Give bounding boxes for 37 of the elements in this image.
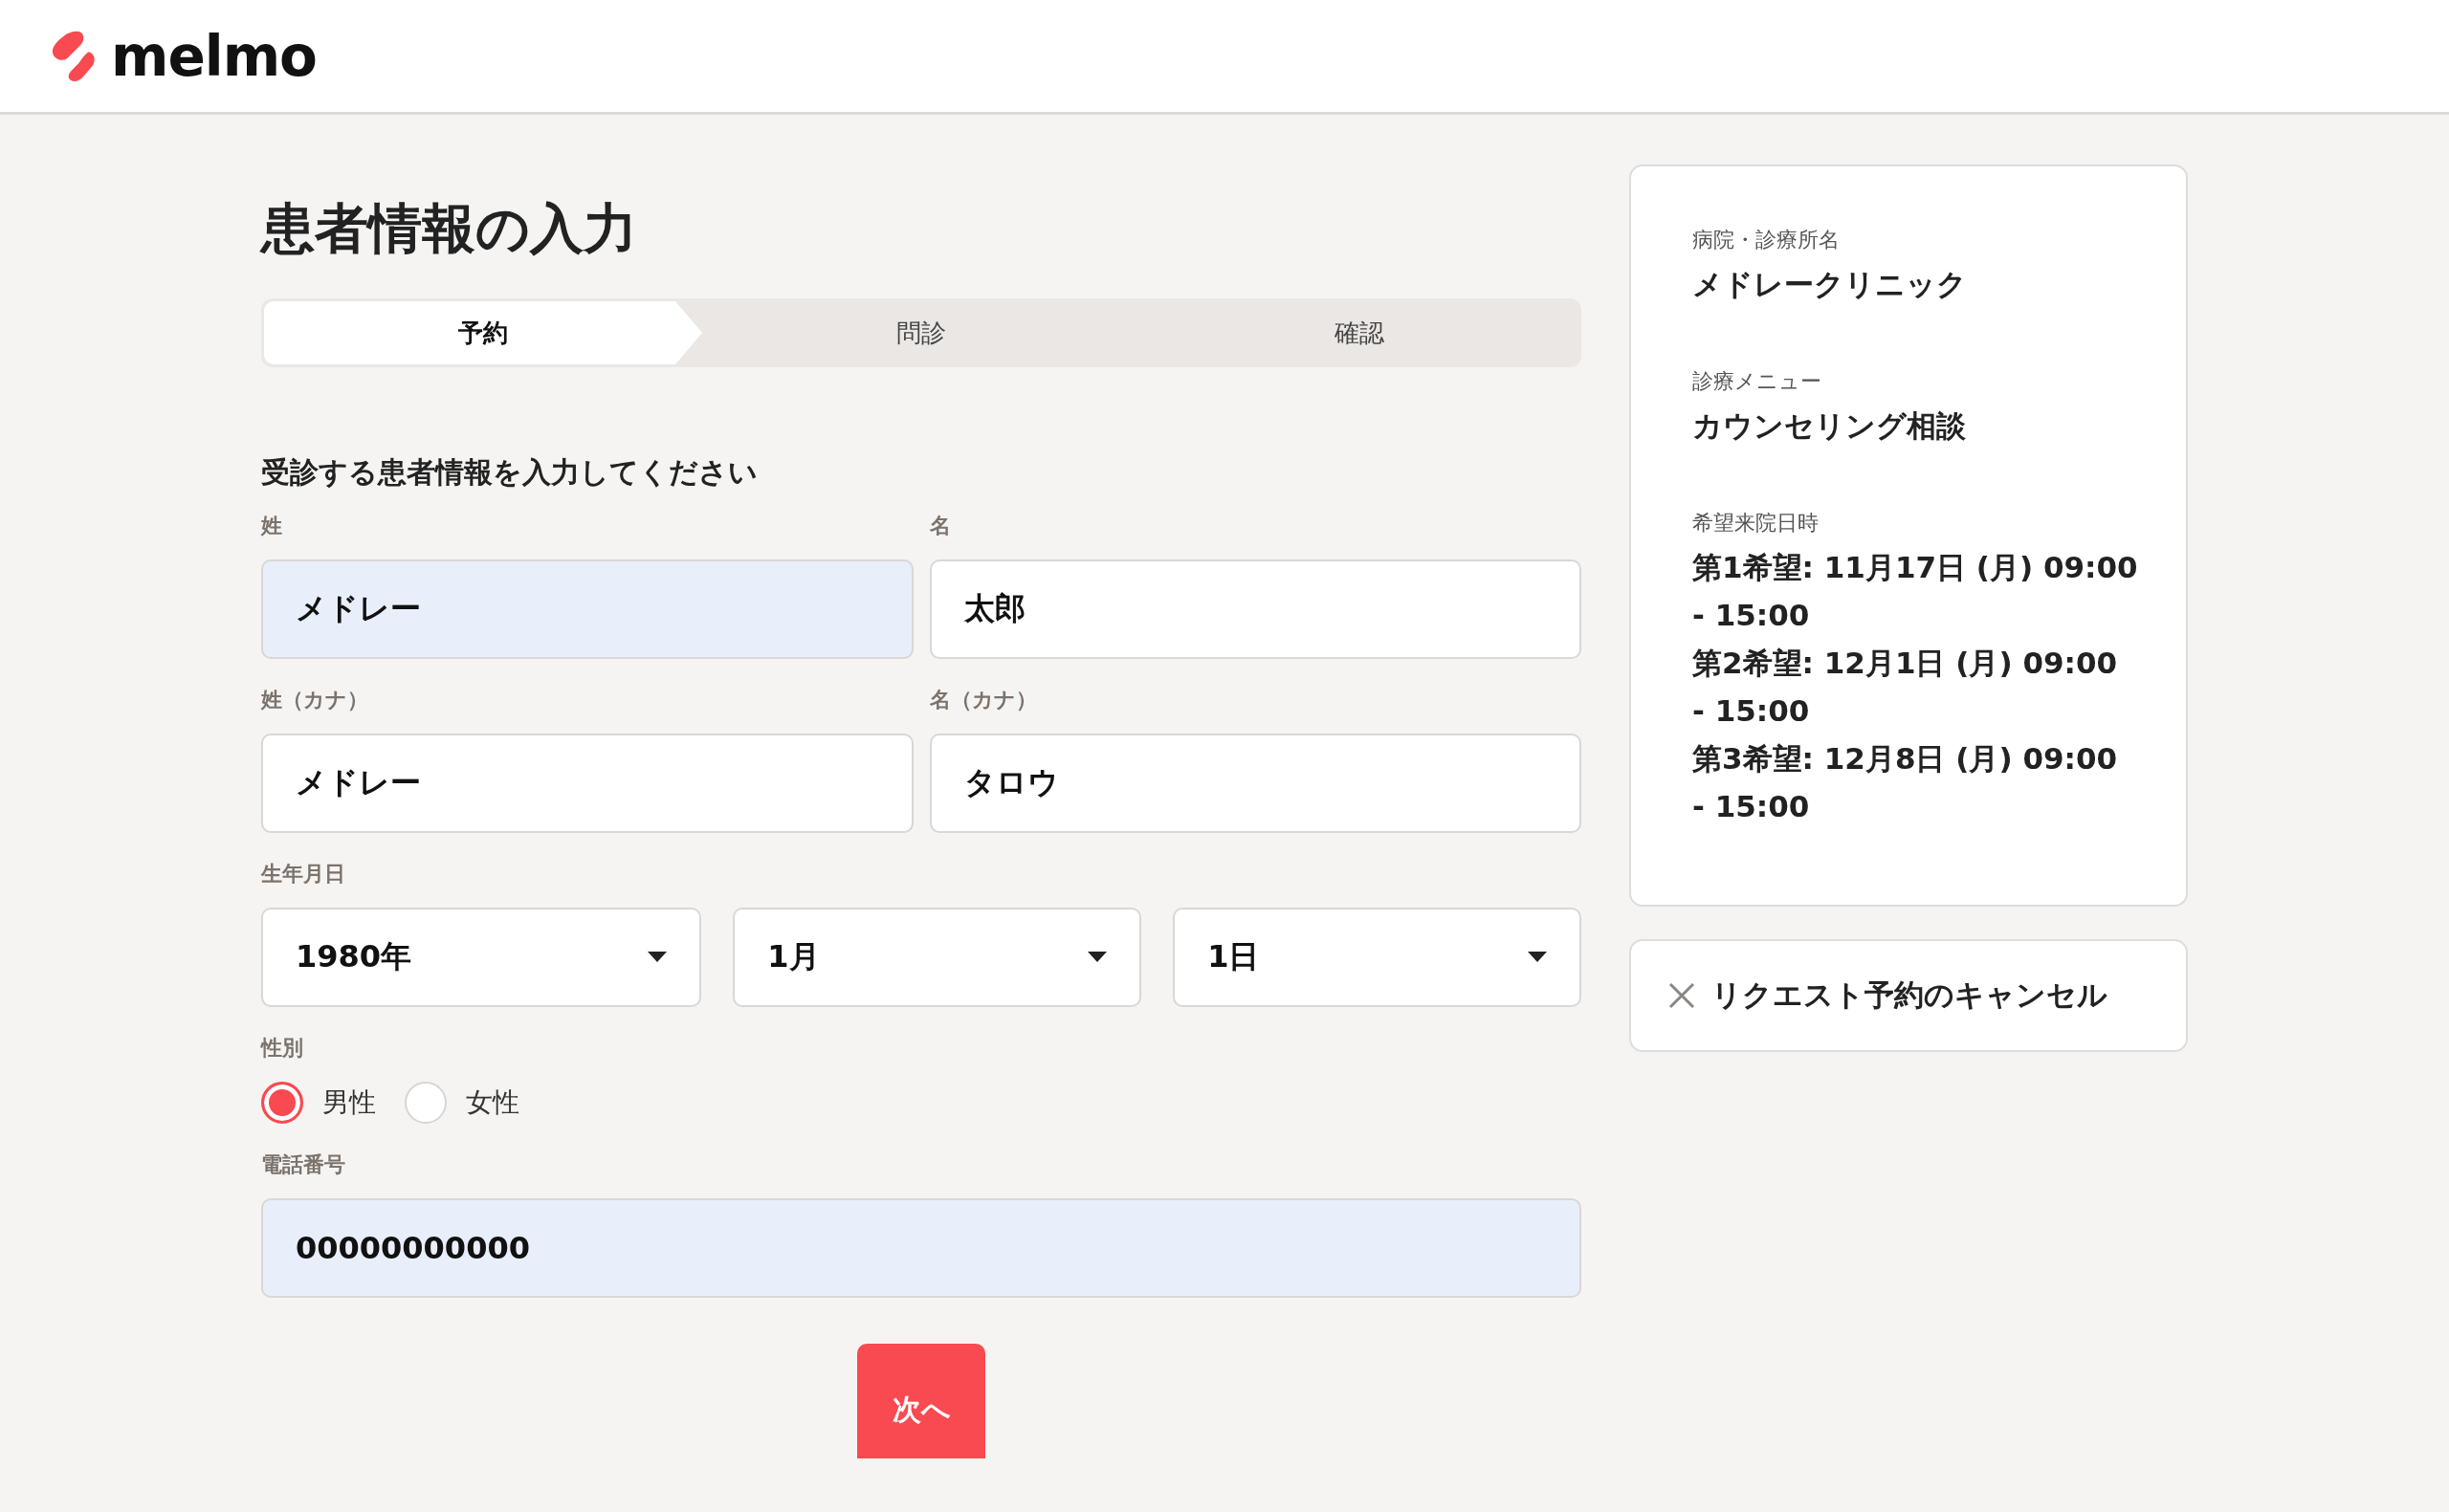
field-label: 名（カナ） — [929, 687, 1037, 713]
field-label: 姓（カナ） — [261, 687, 368, 713]
summary-label: 診療メニュー — [1692, 368, 1821, 395]
input-field[interactable]: 00000000000 — [261, 1198, 1581, 1298]
field-label: 性別 — [261, 1035, 303, 1062]
summary-value: カウンセリング相談 — [1692, 407, 1966, 445]
radio-label[interactable]: 女性 — [466, 1085, 519, 1121]
summary-value: メドレークリニック — [1692, 266, 1967, 303]
summary-label: 希望来院日時 — [1692, 510, 1819, 537]
radio-button[interactable] — [261, 1082, 303, 1124]
field-label: 生年月日 — [261, 861, 345, 887]
field-label: 電話番号 — [261, 1151, 345, 1178]
dropdown[interactable]: 1月 — [733, 908, 1142, 1007]
summary-value: 第2希望: 12月1日 (月) 09:00 - 15:00 — [1692, 645, 2119, 730]
dropdown[interactable]: 1日 — [1173, 908, 1581, 1007]
radio-label[interactable]: 男性 — [322, 1085, 376, 1121]
page-title: 患者情報の入力 — [261, 196, 638, 261]
input-field[interactable]: 太郎 — [929, 559, 1581, 659]
caret-icon — [1088, 952, 1108, 963]
field-label: 姓 — [261, 513, 282, 539]
logo-text[interactable]: melmo — [111, 23, 317, 89]
field-label: 名 — [929, 513, 951, 539]
summary-value: 第3希望: 12月8日 (月) 09:00 - 15:00 — [1692, 740, 2119, 825]
summary-value: 第1希望: 11月17日 (月) 09:00 - 15:00 — [1692, 549, 2138, 634]
close-icon — [1667, 981, 1696, 1010]
step-tab[interactable]: 問診 — [702, 301, 1140, 364]
step-tab[interactable]: 予約 — [264, 301, 702, 364]
step-tab[interactable]: 確認 — [1140, 301, 1578, 364]
input-field[interactable]: タロウ — [929, 734, 1581, 833]
input-field[interactable]: メドレー — [261, 559, 914, 659]
summary-label: 病院・診療所名 — [1692, 227, 1840, 253]
input-field[interactable]: メドレー — [261, 734, 914, 833]
cancel-button[interactable]: リクエスト予約のキャンセル — [1629, 939, 2188, 1052]
caret-icon — [1528, 952, 1547, 963]
caret-icon — [648, 952, 668, 963]
dropdown[interactable]: 1980年 — [261, 908, 702, 1007]
section-heading: 受診する患者情報を入力してください — [261, 454, 759, 491]
